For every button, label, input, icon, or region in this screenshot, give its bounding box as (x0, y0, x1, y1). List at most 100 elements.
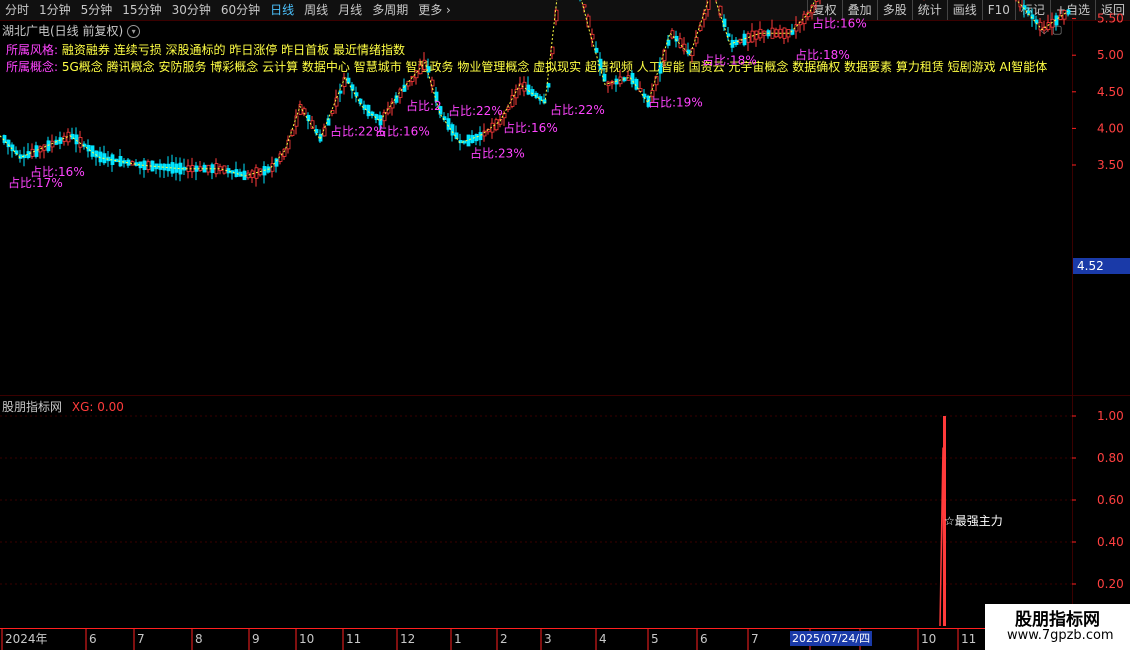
candle-body (442, 116, 447, 121)
candle-body (642, 93, 647, 98)
sub-tick-label: 0.60 (1097, 493, 1124, 507)
chevron-right-icon: › (446, 3, 451, 17)
period-tab-daily[interactable]: 日线 (265, 0, 299, 20)
multi-stock-button[interactable]: 多股 (876, 0, 912, 20)
candle-body (18, 154, 23, 159)
time-tick-label: 7 (751, 632, 759, 646)
candle-body (446, 118, 451, 130)
candle-body (370, 111, 375, 116)
period-tab[interactable]: 5分钟 (76, 0, 118, 20)
candle-body (454, 132, 459, 139)
candle-body (226, 168, 231, 174)
candle-body (486, 129, 491, 133)
candle-body (590, 33, 595, 40)
more-label: 更多 (418, 3, 443, 17)
candle-body (94, 150, 99, 158)
candle-body (626, 75, 631, 81)
candle-body (462, 140, 467, 144)
candle-body (182, 166, 187, 171)
candle-body (342, 77, 347, 87)
stock-title[interactable]: 湖北广电(日线 前复权) ▾ (2, 22, 141, 39)
candle-body (698, 25, 703, 31)
candle-body (334, 97, 339, 107)
ratio-annotation: 占比:22% (330, 124, 385, 139)
period-tab[interactable]: 15分钟 (117, 0, 166, 20)
candle-body (166, 163, 171, 172)
concept-row: 所属概念: 5G概念 腾讯概念 安防服务 博彩概念 云计算 数据中心 智慧城市 … (6, 58, 1047, 75)
candle-body (138, 161, 143, 169)
candle-body (766, 30, 771, 37)
panel-corner-icons[interactable]: ◇ ▢ (1040, 23, 1062, 36)
candle-body (70, 133, 75, 139)
f10-button[interactable]: F10 (981, 0, 1015, 20)
candle-body (46, 140, 51, 152)
period-toolbar: 分时 1分钟 5分钟 15分钟 30分钟 60分钟 日线 周线 月线 多周期 更… (0, 0, 1130, 21)
candle-body (798, 21, 803, 26)
candle-body (606, 81, 611, 87)
candle-body (402, 84, 407, 92)
candle-body (322, 127, 327, 137)
candle-body (294, 115, 299, 127)
candle-body (242, 170, 247, 181)
chevron-down-icon[interactable]: ▾ (127, 25, 141, 38)
overlay-button[interactable]: 叠加 (841, 0, 877, 20)
candle-body (142, 160, 147, 171)
sub-indicator-header[interactable]: 股朋指标网 XG: 0.00 (2, 398, 124, 415)
ratio-annotation: 占比:16% (375, 124, 430, 139)
candle-body (650, 89, 655, 97)
candle-body (398, 88, 403, 98)
candle-body (470, 135, 475, 143)
candle-body (754, 30, 759, 40)
period-tab[interactable]: 多周期 (367, 0, 413, 20)
ratio-annotation: 占比:19% (648, 94, 703, 109)
candle-body (314, 128, 319, 134)
style-value: 融资融券 连续亏损 深股通标的 昨日涨停 昨日首板 最近情绪指数 (61, 43, 405, 57)
candle-body (394, 95, 399, 103)
candle-body (790, 29, 795, 35)
candle-body (90, 145, 95, 157)
candle-body (270, 163, 275, 172)
time-tick-label: 6 (89, 632, 97, 646)
period-tab[interactable]: 周线 (299, 0, 333, 20)
candle-body (498, 119, 503, 125)
sub-tick-label: 1.00 (1097, 409, 1124, 423)
candle-body (774, 29, 779, 38)
ratio-annotation: 占比:17% (8, 175, 63, 190)
candle-body (350, 84, 355, 91)
candle-body (538, 96, 543, 101)
draw-line-button[interactable]: 画线 (946, 0, 982, 20)
back-button[interactable]: 返回 (1094, 0, 1130, 20)
indicator-name: 股朋指标网 (2, 400, 63, 414)
candle-body (618, 76, 623, 85)
statistics-button[interactable]: 统计 (911, 0, 947, 20)
candle-body (10, 144, 15, 152)
candle-body (782, 27, 787, 39)
chart-svg[interactable]: 7.507.006.506.005.505.004.504.003.501.00… (0, 0, 1130, 650)
period-tab[interactable]: 60分钟 (216, 0, 265, 20)
candle-body (202, 164, 207, 173)
candle-body (42, 144, 47, 151)
period-tab[interactable]: 1分钟 (34, 0, 76, 20)
candle-body (126, 159, 131, 166)
candle-body (290, 129, 295, 136)
candle-body (458, 140, 463, 144)
candle-body (482, 130, 487, 137)
add-watchlist-button[interactable]: +自选 (1049, 0, 1095, 20)
more-menu[interactable]: 更多 › (413, 0, 456, 20)
restore-rights-button[interactable]: 复权 (806, 0, 842, 20)
candle-body (406, 80, 411, 87)
candle-body (114, 158, 119, 163)
period-tab[interactable]: 分时 (0, 0, 34, 20)
candle-body (266, 166, 271, 173)
candle-body (678, 38, 683, 48)
candle-body (298, 104, 303, 115)
mark-button[interactable]: 标记 (1014, 0, 1050, 20)
candle-body (522, 81, 527, 92)
candle-body (430, 79, 435, 87)
candle-body (410, 76, 415, 82)
time-tick-label: 1 (454, 632, 462, 646)
period-tab[interactable]: 30分钟 (167, 0, 216, 20)
time-tick-label: 8 (195, 632, 203, 646)
period-tab[interactable]: 月线 (333, 0, 367, 20)
time-tick-label: 11 (346, 632, 361, 646)
